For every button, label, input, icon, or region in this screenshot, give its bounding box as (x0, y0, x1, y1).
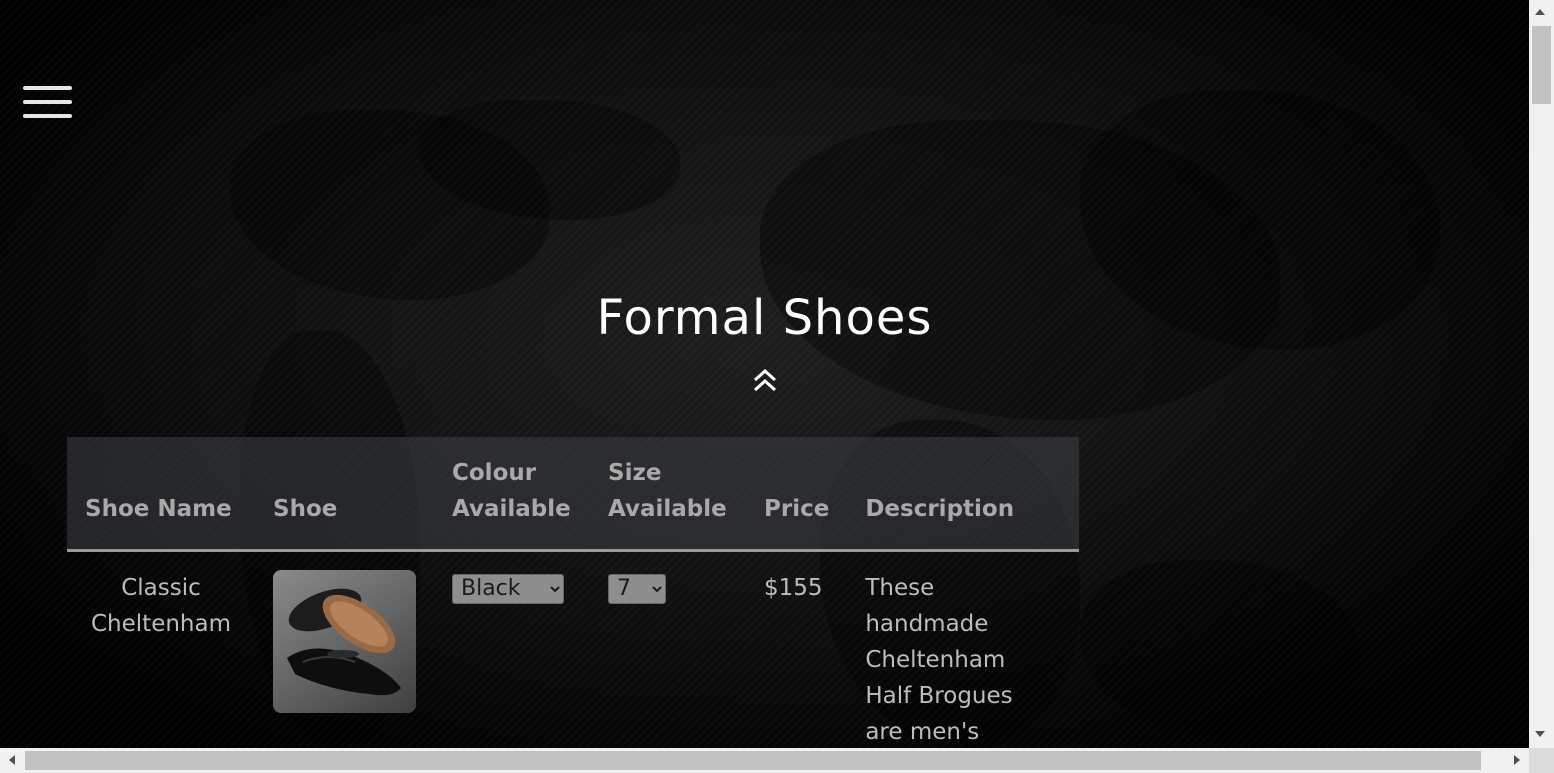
scroll-up-arrow-icon[interactable] (1535, 9, 1545, 15)
size-cell: 7 (590, 551, 746, 749)
description-text: These handmade Cheltenham Half Brogues a… (865, 575, 1013, 745)
scrollbar-corner (1529, 748, 1554, 773)
double-chevron-up-icon[interactable] (752, 367, 778, 395)
scroll-left-arrow-icon[interactable] (9, 755, 15, 765)
colour-cell: Black (434, 551, 590, 749)
price-cell: $155 (764, 575, 823, 601)
scroll-right-arrow-icon[interactable] (1514, 755, 1520, 765)
page-viewport: Formal Shoes Shoe Name Shoe Colour Avail… (0, 0, 1529, 748)
vertical-scrollbar-thumb[interactable] (1532, 26, 1551, 104)
scroll-down-arrow-icon[interactable] (1535, 731, 1545, 737)
shoe-name-cell: Classic Cheltenham (91, 575, 231, 637)
header-shoe-name: Shoe Name (67, 437, 255, 552)
header-size: Size Available (590, 437, 746, 552)
shoes-table: Shoe Name Shoe Colour Available Size Ava… (67, 437, 1079, 748)
black-oxford-shoe-image[interactable] (273, 570, 416, 713)
table-header-row: Shoe Name Shoe Colour Available Size Ava… (67, 437, 1079, 552)
size-select[interactable]: 7 (608, 573, 666, 604)
header-shoe: Shoe (255, 437, 434, 552)
page-title: Formal Shoes (596, 290, 933, 346)
horizontal-scrollbar-thumb[interactable] (25, 751, 1481, 770)
header-price: Price (746, 437, 848, 552)
header-description: Description (847, 437, 1079, 552)
vertical-scrollbar[interactable] (1529, 0, 1554, 748)
header-colour: Colour Available (434, 437, 590, 552)
description-cell: These handmade Cheltenham Half Brogues a… (847, 551, 1079, 749)
table-row: Classic Cheltenham Black 7 $155 These ha… (67, 551, 1079, 749)
hamburger-icon[interactable] (23, 86, 72, 122)
shoe-image-cell (255, 551, 434, 749)
colour-select[interactable]: Black (452, 573, 564, 604)
